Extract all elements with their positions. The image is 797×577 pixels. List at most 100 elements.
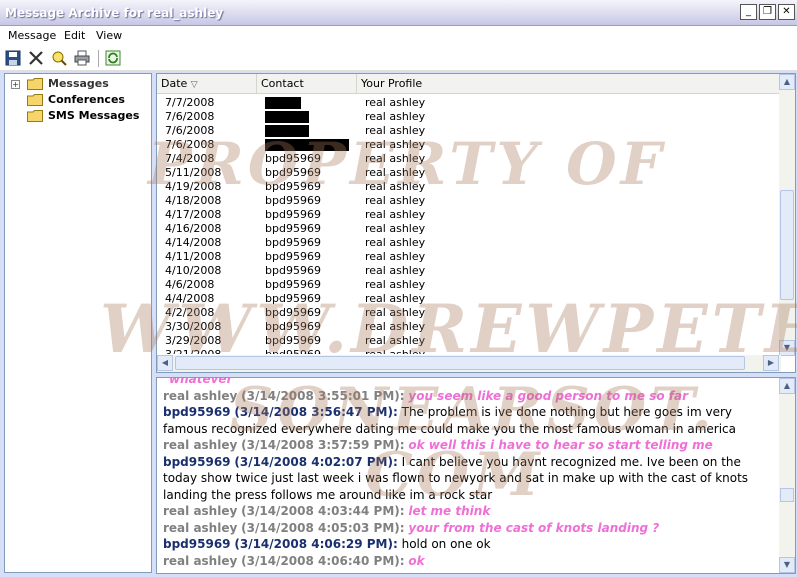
table-row[interactable]: 7/6/2008 real ashley <box>157 138 781 152</box>
delete-icon[interactable] <box>28 50 44 66</box>
cell-profile: real ashley <box>365 208 426 221</box>
chat-vertical-scrollbar[interactable]: ▲ ▼ <box>779 378 795 573</box>
close-button[interactable]: ✕ <box>778 4 795 20</box>
cell-date: 7/6/2008 <box>165 110 215 123</box>
table-row[interactable]: 5/11/2008 bpd95969 real ashley <box>157 166 781 180</box>
scroll-up-button[interactable]: ▲ <box>779 74 795 90</box>
chat-messages: whatever real ashley (3/14/2008 3:55:01 P… <box>162 377 774 570</box>
column-profile[interactable]: Your Profile <box>357 74 781 93</box>
cell-profile: real ashley <box>365 320 426 333</box>
minimize-button[interactable]: _ <box>740 4 757 20</box>
cell-date: 4/14/2008 <box>165 236 222 249</box>
refresh-icon[interactable] <box>105 50 121 66</box>
save-icon[interactable] <box>5 50 21 66</box>
table-row[interactable]: 3/30/2008 bpd95969 real ashley <box>157 320 781 334</box>
tree-item-conferences[interactable]: Conferences <box>5 92 151 108</box>
menu-view[interactable]: View <box>96 29 122 42</box>
cell-profile: real ashley <box>365 250 426 263</box>
tree-item-messages[interactable]: + Messages <box>5 76 151 92</box>
menu-message[interactable]: Message <box>8 29 56 42</box>
table-row[interactable]: 4/18/2008 bpd95969 real ashley <box>157 194 781 208</box>
redaction-block <box>265 139 349 151</box>
column-contact[interactable]: Contact <box>257 74 357 93</box>
cell-date: 4/16/2008 <box>165 222 222 235</box>
chat-message: bpd95969 (3/14/2008 4:02:07 PM): I cant … <box>162 454 774 504</box>
title-bar: Message Archive for real_ashley _ ❐ ✕ <box>0 0 797 26</box>
cell-profile: real ashley <box>365 292 426 305</box>
message-list: Date ▽ Contact Your Profile 7/7/2008 real… <box>156 73 796 373</box>
chat-message: real ashley (3/14/2008 4:06:40 PM): ok <box>162 553 774 570</box>
table-row[interactable]: 7/6/2008 real ashley <box>157 110 781 124</box>
restore-button[interactable]: ❐ <box>759 4 776 20</box>
expand-icon[interactable]: + <box>11 80 20 89</box>
table-row[interactable]: 4/17/2008 bpd95969 real ashley <box>157 208 781 222</box>
table-row[interactable]: 4/2/2008 bpd95969 real ashley <box>157 306 781 320</box>
cell-date: 4/19/2008 <box>165 180 222 193</box>
table-row[interactable]: 4/6/2008 bpd95969 real ashley <box>157 278 781 292</box>
tree-item-sms-messages[interactable]: SMS Messages <box>5 108 151 124</box>
table-row[interactable]: 4/14/2008 bpd95969 real ashley <box>157 236 781 250</box>
table-row[interactable]: 7/7/2008 real ashley <box>157 96 781 110</box>
print-icon[interactable] <box>74 50 90 66</box>
cell-profile: real ashley <box>365 334 426 347</box>
tree-label: Messages <box>48 77 109 90</box>
table-row[interactable]: 4/16/2008 bpd95969 real ashley <box>157 222 781 236</box>
message-sender: real ashley <box>163 438 238 452</box>
tree-label: Conferences <box>48 93 125 106</box>
menu-bar: Message Edit View <box>0 26 797 45</box>
message-text: your from the cast of knots landing ? <box>408 520 660 535</box>
table-row[interactable]: 3/29/2008 bpd95969 real ashley <box>157 334 781 348</box>
cell-contact: bpd95969 <box>265 152 321 165</box>
cell-contact: bpd95969 <box>265 250 321 263</box>
cell-contact <box>265 96 301 110</box>
scroll-down-button[interactable]: ▼ <box>779 340 795 356</box>
cell-profile: real ashley <box>365 306 426 319</box>
table-row[interactable]: 7/4/2008 bpd95969 real ashley <box>157 152 781 166</box>
redaction-block <box>265 111 309 123</box>
table-row[interactable]: 4/19/2008 bpd95969 real ashley <box>157 180 781 194</box>
message-text: whatever <box>169 377 233 386</box>
table-row[interactable]: 3/21/2008 bpd95969 real ashley <box>157 348 781 354</box>
cell-profile: real ashley <box>365 166 426 179</box>
cell-contact: bpd95969 <box>265 320 321 333</box>
scroll-left-button[interactable]: ◀ <box>157 355 173 371</box>
scroll-thumb[interactable] <box>780 488 794 502</box>
table-row[interactable]: 7/6/2008 real ashley <box>157 124 781 138</box>
toolbar-separator <box>98 50 99 67</box>
message-timestamp: (3/14/2008 3:56:47 PM): <box>234 405 398 419</box>
menu-edit[interactable]: Edit <box>64 29 85 42</box>
sort-arrow-icon: ▽ <box>190 80 198 90</box>
cell-date: 7/6/2008 <box>165 138 215 151</box>
scroll-thumb[interactable] <box>780 190 794 300</box>
cell-profile: real ashley <box>365 152 426 165</box>
cell-date: 7/4/2008 <box>165 152 215 165</box>
scroll-down-button[interactable]: ▼ <box>779 557 795 573</box>
list-vertical-scrollbar[interactable]: ▲ ▼ <box>779 74 795 356</box>
message-text: ok well this i have to hear so start tel… <box>408 438 713 452</box>
cell-profile: real ashley <box>365 264 426 277</box>
message-sender: real ashley <box>163 504 238 518</box>
cell-contact <box>265 124 309 138</box>
table-row[interactable]: 4/10/2008 bpd95969 real ashley <box>157 264 781 278</box>
find-icon[interactable] <box>51 50 67 66</box>
cell-contact: bpd95969 <box>265 180 321 193</box>
cell-date: 4/6/2008 <box>165 278 215 291</box>
table-row[interactable]: 4/4/2008 bpd95969 real ashley <box>157 292 781 306</box>
chat-message: bpd95969 (3/14/2008 3:56:47 PM): The pro… <box>162 404 774 437</box>
scroll-thumb[interactable] <box>175 356 745 370</box>
scroll-right-button[interactable]: ▶ <box>763 355 779 371</box>
table-row[interactable]: 4/11/2008 bpd95969 real ashley <box>157 250 781 264</box>
message-text: ok <box>408 553 425 568</box>
cell-profile: real ashley <box>365 96 426 109</box>
message-timestamp: (3/14/2008 4:06:29 PM): <box>234 537 398 551</box>
column-date[interactable]: Date ▽ <box>157 74 257 93</box>
cell-contact: bpd95969 <box>265 292 321 305</box>
message-text: you seem like a good person to me so far <box>408 388 689 403</box>
list-horizontal-scrollbar[interactable]: ◀ ▶ <box>157 355 781 372</box>
cell-contact: bpd95969 <box>265 194 321 207</box>
cell-contact: bpd95969 <box>265 348 321 354</box>
chat-message: whatever <box>162 377 774 388</box>
cell-date: 7/6/2008 <box>165 124 215 137</box>
cell-profile: real ashley <box>365 236 426 249</box>
scroll-up-button[interactable]: ▲ <box>779 378 795 394</box>
